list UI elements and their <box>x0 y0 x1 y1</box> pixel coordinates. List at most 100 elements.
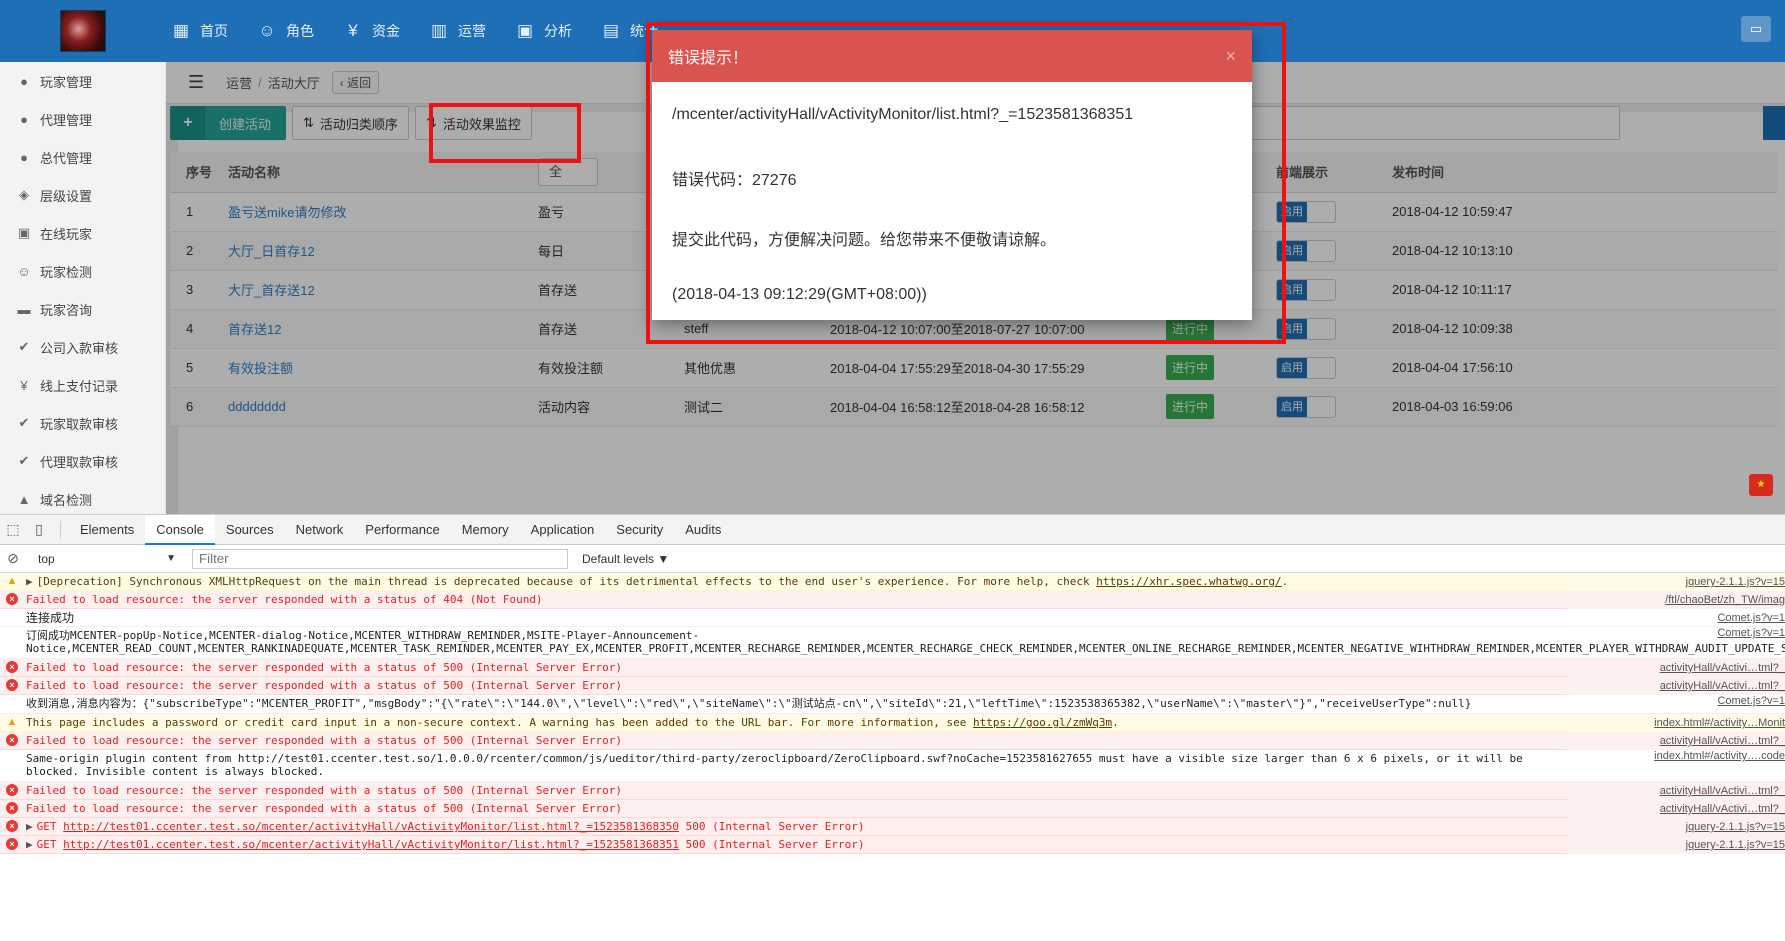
highlight-box-error-dialog <box>646 22 1286 344</box>
console-message: × Failed to load resource: the server res… <box>0 677 1785 695</box>
console-source-link[interactable]: jquery-2.1.1.js?v=15 <box>1567 836 1785 854</box>
nav-item-0[interactable]: ▦ 首页 <box>170 0 228 62</box>
error-icon: × <box>6 802 18 814</box>
sidebar-item-9[interactable]: ✔ 玩家取款审核 <box>0 404 165 442</box>
sidebar-icon: ▬ <box>17 301 31 317</box>
sidebar-item-1[interactable]: ● 代理管理 <box>0 100 165 138</box>
grid-icon: ▦ <box>172 21 190 40</box>
sidebar-item-8[interactable]: ¥ 线上支付记录 <box>0 366 165 404</box>
expand-triangle-icon[interactable]: ▶ <box>26 838 33 851</box>
nav-item-3[interactable]: ▥ 运营 <box>428 0 486 62</box>
sidebar-item-label: 玩家取款审核 <box>40 416 119 432</box>
console-message: × Failed to load resource: the server res… <box>0 800 1785 818</box>
sidebar-item-label: 代理管理 <box>40 112 93 128</box>
console-link[interactable]: https://goo.gl/zmWq3m <box>973 716 1112 729</box>
console-message-text: GET <box>36 820 64 833</box>
console-source-link[interactable]: activityHall/vActivi…tml?_ <box>1567 677 1785 695</box>
console-message-text: Failed to load resource: the server resp… <box>26 802 623 815</box>
sidebar-item-2[interactable]: ● 总代管理 <box>0 138 165 176</box>
nav-item-1[interactable]: ☺ 角色 <box>256 0 314 62</box>
console-source-link[interactable]: activityHall/vActivi…tml?_ <box>1567 800 1785 818</box>
clear-console-icon[interactable]: ⊘ <box>0 550 26 567</box>
console-message-text: Failed to load resource: the server resp… <box>26 679 623 692</box>
console-source-link[interactable]: Comet.js?v=1 <box>1567 695 1785 708</box>
console-source-link[interactable]: jquery-2.1.1.js?v=15 <box>1567 573 1785 591</box>
inspect-element-icon[interactable]: ⬚ <box>0 521 26 538</box>
console-log: ▲ ▶ [Deprecation] Synchronous XMLHttpReque… <box>0 573 1785 854</box>
divider <box>60 520 61 539</box>
sidebar-item-label: 层级设置 <box>40 188 93 204</box>
sidebar-item-10[interactable]: ✔ 代理取款审核 <box>0 442 165 480</box>
device-toolbar-icon[interactable]: ▯ <box>26 521 52 538</box>
expand-triangle-icon[interactable]: ▶ <box>26 575 33 588</box>
main-nav: ▦ 首页 ☺ 角色 ¥ 资金 ▥ 运营 ▣ 分析 ▤ 统计 <box>170 0 686 62</box>
console-message-text: [Deprecation] Synchronous XMLHttpRequest… <box>36 575 1097 588</box>
console-message: × Failed to load resource: the server res… <box>0 591 1785 609</box>
console-message-text: 连接成功 <box>26 611 75 625</box>
console-source-link[interactable]: jquery-2.1.1.js?v=15 <box>1567 818 1785 836</box>
sidebar-item-label: 玩家咨询 <box>40 302 93 318</box>
console-message-text: This page includes a password or credit … <box>26 716 974 729</box>
console-source-link[interactable]: Comet.js?v=1 <box>1567 627 1785 640</box>
devtools-tab-network[interactable]: Network <box>285 515 355 545</box>
sidebar-icon: ● <box>20 111 28 127</box>
console-source-link[interactable]: index.html#/activity…Monit <box>1567 714 1785 732</box>
sidebar-item-4[interactable]: ▣ 在线玩家 <box>0 214 165 252</box>
console-link[interactable]: http://test01.ccenter.test.so/mcenter/ac… <box>63 838 679 851</box>
devtools-tab-audits[interactable]: Audits <box>674 515 732 545</box>
console-message: 订阅成功MCENTER-popUp-Notice,MCENTER-dialog-… <box>0 627 1785 659</box>
site-logo[interactable] <box>60 10 106 52</box>
console-filter-input[interactable] <box>192 548 568 569</box>
console-message-text: 收到消息,消息内容为：{"subscribeType":"MCENTER_PRO… <box>26 697 1472 710</box>
devtools-tab-console[interactable]: Console <box>145 514 215 545</box>
nav-item-label: 角色 <box>286 23 314 39</box>
devtools-tab-performance[interactable]: Performance <box>354 515 450 545</box>
nav-item-4[interactable]: ▣ 分析 <box>514 0 572 62</box>
sidebar-item-6[interactable]: ▬ 玩家咨询 <box>0 290 165 328</box>
nav-item-2[interactable]: ¥ 资金 <box>342 0 400 62</box>
console-link[interactable]: http://test01.ccenter.test.so/mcenter/ac… <box>63 820 679 833</box>
console-message: × ▶ GET http://test01.ccenter.test.so/mcen… <box>0 818 1785 836</box>
console-source-link[interactable]: Comet.js?v=1 <box>1567 609 1785 627</box>
console-source-link[interactable]: activityHall/vActivi…tml?_ <box>1567 732 1785 750</box>
console-source-link[interactable]: index.html#/activity….code <box>1567 750 1785 763</box>
sidebar-icon: ◈ <box>19 187 29 202</box>
console-message-tail: . <box>1281 575 1289 588</box>
console-message-text: Failed to load resource: the server resp… <box>26 593 543 606</box>
sidebar-item-5[interactable]: ☺ 玩家检测 <box>0 252 165 290</box>
devtools-tab-security[interactable]: Security <box>605 515 674 545</box>
console-source-link[interactable]: activityHall/vActivi…tml?_ <box>1567 659 1785 677</box>
sidebar-item-0[interactable]: ● 玩家管理 <box>0 62 165 100</box>
sidebar-item-3[interactable]: ◈ 层级设置 <box>0 176 165 214</box>
log-levels-dropdown[interactable]: Default levels ▼ <box>582 552 669 566</box>
console-source-link[interactable]: activityHall/vActivi…tml?_ <box>1567 782 1785 800</box>
sidebar-item-label: 玩家管理 <box>40 74 93 90</box>
console-message: × Failed to load resource: the server res… <box>0 659 1785 677</box>
sidebar-item-11[interactable]: ▲ 域名检测 <box>0 480 165 514</box>
devtools-tab-sources[interactable]: Sources <box>215 515 285 545</box>
error-icon: × <box>6 679 18 691</box>
nav-item-label: 分析 <box>544 23 572 39</box>
sidebar-item-7[interactable]: ✔ 公司入款审核 <box>0 328 165 366</box>
console-source-link[interactable]: /ftl/chaoBet/zh_TW/imag <box>1567 591 1785 609</box>
console-message-tail: . <box>1112 716 1119 729</box>
devtools-tab-application[interactable]: Application <box>520 515 606 545</box>
devtools-tabs: Elements Console Sources Network Performance… <box>69 514 732 545</box>
console-message: 连接成功 Comet.js?v=1 <box>0 609 1785 627</box>
devtools-panel: ⬚ ▯ Elements Console Sources Network Perform… <box>0 514 1785 941</box>
console-message-text: Failed to load resource: the server resp… <box>26 661 623 674</box>
console-message-text: Failed to load resource: the server resp… <box>26 734 623 747</box>
calendar-icon: ▤ <box>602 21 620 40</box>
expand-triangle-icon[interactable]: ▶ <box>26 820 33 833</box>
context-select[interactable]: top <box>32 548 182 570</box>
flag-cn-icon[interactable]: ★ <box>1749 474 1773 496</box>
console-link[interactable]: https://xhr.spec.whatwg.org/ <box>1096 575 1281 588</box>
sidebar: ● 玩家管理 ● 代理管理 ● 总代管理 ◈ 层级设置 ▣ 在线玩家 ☺ 玩家检测 ▬ 玩家咨询 ✔ 公司入款… <box>0 62 166 514</box>
console-message: × ▶ GET http://test01.ccenter.test.so/mcen… <box>0 836 1785 854</box>
nav-item-label: 首页 <box>200 23 228 39</box>
devtools-tab-elements[interactable]: Elements <box>69 515 145 545</box>
bar-chart-icon: ▥ <box>430 21 448 40</box>
console-message-text: GET <box>36 838 64 851</box>
devtools-tab-memory[interactable]: Memory <box>451 515 520 545</box>
monitor-icon[interactable]: ▭ <box>1741 16 1771 42</box>
